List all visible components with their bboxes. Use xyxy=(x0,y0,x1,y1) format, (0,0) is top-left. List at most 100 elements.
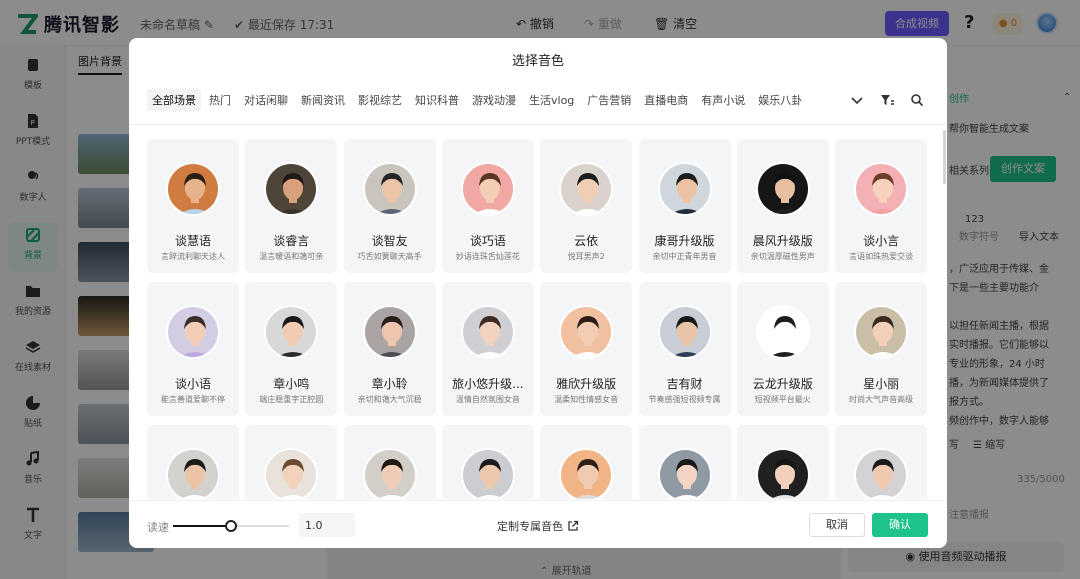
filter-icon[interactable] xyxy=(879,92,895,108)
voice-description: 悦耳男声2 xyxy=(567,252,605,261)
voice-name: 谈小言 xyxy=(863,234,900,248)
voice-card[interactable] xyxy=(736,425,829,499)
speed-input[interactable] xyxy=(299,513,355,537)
category-tab[interactable]: 娱乐八卦 xyxy=(753,89,807,111)
category-tab[interactable]: 全部场景 xyxy=(147,89,201,111)
voice-description: 亲切中正青年男音 xyxy=(652,252,717,261)
voice-card[interactable] xyxy=(343,425,436,499)
voice-card[interactable] xyxy=(441,425,534,499)
voice-name: 章小聆 xyxy=(371,377,408,391)
voice-card[interactable]: 雅欣升级版温柔知性情感女音 xyxy=(540,282,633,416)
voice-card[interactable]: 谈睿言 温言暖语和蔼可亲 xyxy=(245,139,338,273)
voice-card[interactable]: 谈小言言语如珠热爱交谈 xyxy=(835,139,927,273)
voice-description: 温言暖语和蔼可亲 xyxy=(259,252,324,261)
search-icon[interactable] xyxy=(909,92,925,108)
voice-grid: 谈慧语 言辞流利聊天达人 谈睿言 温言暖语和蔼可亲 谈智友 巧舌如簧聊天高手 谈巧语 妙语连珠… xyxy=(147,139,927,499)
voice-avatar xyxy=(657,448,712,499)
voice-description: 节奏感强短视频专属 xyxy=(648,395,721,404)
voice-name: 谈智友 xyxy=(371,234,408,248)
voice-avatar xyxy=(559,162,614,216)
voice-description: 亲切和蔼大气沉稳 xyxy=(357,395,422,404)
voice-name: 康哥升级版 xyxy=(654,234,715,248)
voice-avatar xyxy=(264,305,319,359)
voice-avatar xyxy=(166,448,220,499)
voice-avatar xyxy=(657,162,712,216)
voice-picker-modal: 选择音色 全部场景 热门 对话闲聊 新闻资讯 影视综艺 知识科普 游戏动漫 生活vlog 广告营… xyxy=(129,38,947,548)
category-tab[interactable]: 直播电商 xyxy=(639,89,693,111)
voice-name: 谈慧语 xyxy=(174,234,211,248)
external-link-icon xyxy=(568,520,579,531)
voice-avatar xyxy=(854,305,909,359)
voice-card[interactable] xyxy=(638,425,731,499)
voice-avatar xyxy=(657,305,712,359)
voice-avatar xyxy=(559,448,614,499)
cancel-button[interactable]: 取消 xyxy=(809,513,865,537)
voice-avatar xyxy=(755,162,810,216)
voice-card[interactable]: 谈智友 巧舌如簧聊天高手 xyxy=(343,139,436,273)
modal-footer: 读速 定制专属音色 取消 确认 xyxy=(129,500,947,548)
modal-title: 选择音色 xyxy=(511,54,564,69)
voice-card[interactable]: 旅小悠升级... 温情自然氛围女音 xyxy=(441,282,534,416)
voice-description: 妙语连珠舌灿莲花 xyxy=(455,252,520,261)
category-tab[interactable]: 有声小说 xyxy=(696,89,750,111)
category-tab[interactable]: 游戏动漫 xyxy=(467,89,521,111)
voice-description: 温情自然氛围女音 xyxy=(455,395,520,404)
voice-card[interactable]: 谈巧语 妙语连珠舌灿莲花 xyxy=(441,139,534,273)
voice-card[interactable]: 谈慧语言辞流利聊天达人 xyxy=(147,139,239,273)
speed-label: 读速 xyxy=(147,521,169,534)
voice-card[interactable] xyxy=(245,425,338,499)
voice-card[interactable]: 吉有财节奏感强短视频专属 xyxy=(638,282,731,416)
voice-card[interactable]: 谈小语 能言善道爱聊不停 xyxy=(147,282,239,416)
voice-avatar xyxy=(460,305,515,359)
voice-avatar xyxy=(362,448,417,499)
voice-card[interactable] xyxy=(147,425,239,499)
voice-card[interactable] xyxy=(835,425,927,499)
category-tools xyxy=(849,92,925,108)
voice-description: 端庄稳重字正腔圆 xyxy=(259,395,324,404)
grid-scrollbar[interactable] xyxy=(943,130,946,184)
voice-card[interactable]: 晨风升级版 亲切温厚磁性男声 xyxy=(736,139,829,273)
voice-card[interactable]: 章小聆亲切和蔼大气沉稳 xyxy=(343,282,436,416)
voice-avatar xyxy=(559,305,614,359)
custom-voice-link[interactable]: 定制专属音色 xyxy=(497,518,579,534)
voice-name: 雅欣升级版 xyxy=(556,377,617,391)
voice-name: 云龙升级版 xyxy=(752,377,813,391)
category-tab[interactable]: 热门 xyxy=(204,89,236,111)
voice-name: 吉有财 xyxy=(666,377,703,391)
confirm-button[interactable]: 确认 xyxy=(872,513,928,537)
voice-card[interactable]: 云龙升级版 短视频平台最火 xyxy=(736,282,829,416)
voice-name: 谈小语 xyxy=(174,377,211,391)
voice-card[interactable] xyxy=(540,425,633,499)
voice-name: 晨风升级版 xyxy=(752,234,813,248)
voice-card[interactable]: 星小丽 时尚大气声音高级 xyxy=(835,282,927,416)
modal-divider xyxy=(129,124,947,125)
voice-avatar xyxy=(362,305,417,359)
voice-card[interactable]: 章小鸣端庄稳重字正腔圆 xyxy=(245,282,338,416)
category-tab[interactable]: 影视综艺 xyxy=(353,89,407,111)
voice-card[interactable]: 云依悦耳男声2 xyxy=(540,139,633,273)
voice-name: 章小鸣 xyxy=(273,377,310,391)
voice-avatar xyxy=(854,448,909,499)
chevron-down-icon[interactable] xyxy=(849,92,865,108)
voice-description: 时尚大气声音高级 xyxy=(849,395,914,404)
category-tab[interactable]: 对话闲聊 xyxy=(239,89,293,111)
voice-description: 温柔知性情感女音 xyxy=(554,395,619,404)
voice-avatar xyxy=(460,162,515,216)
speed-slider[interactable] xyxy=(173,520,289,532)
voice-avatar xyxy=(755,448,810,499)
category-tab[interactable]: 生活vlog xyxy=(524,89,579,111)
voice-card[interactable]: 康哥升级版亲切中正青年男音 xyxy=(638,139,731,273)
voice-description: 言语如珠热爱交谈 xyxy=(849,252,914,261)
category-tab[interactable]: 新闻资讯 xyxy=(296,89,350,111)
voice-name: 云依 xyxy=(574,234,599,248)
voice-avatar xyxy=(166,305,220,359)
category-tab[interactable]: 广告营销 xyxy=(582,89,636,111)
category-tab[interactable]: 知识科普 xyxy=(410,89,464,111)
voice-avatar xyxy=(362,162,417,216)
speed-slider-fill xyxy=(173,525,231,527)
category-tabs: 全部场景 热门 对话闲聊 新闻资讯 影视综艺 知识科普 游戏动漫 生活vlog 广告营销 直播电商… xyxy=(147,88,810,112)
voice-avatar xyxy=(264,448,319,499)
speed-slider-knob[interactable] xyxy=(225,520,237,532)
voice-description: 言辞流利聊天达人 xyxy=(161,252,225,261)
voice-name: 旅小悠升级... xyxy=(452,377,524,391)
